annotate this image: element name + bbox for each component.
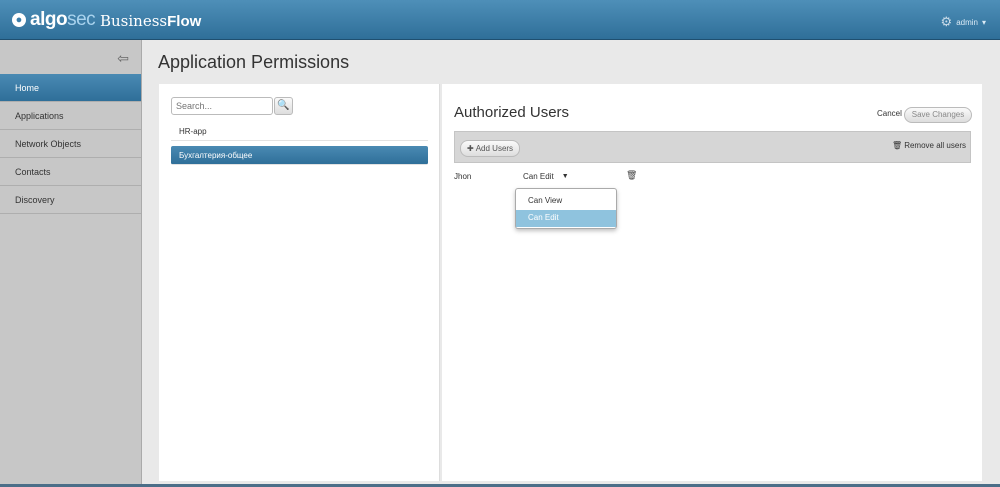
list-item-buhgalteriya[interactable]: Бухгалтерия-общее [171, 146, 428, 165]
sidebar-nav: Home Applications Network Objects Contac… [0, 74, 141, 214]
remove-all-label: Remove all users [904, 141, 966, 150]
trash-icon: 🗑 [892, 141, 903, 150]
product-name-light: Business [100, 12, 168, 30]
sidebar-item-discovery[interactable]: Discovery [0, 186, 141, 214]
users-toolbar: ✚ Add Users 🗑 Remove all users [454, 131, 971, 163]
save-changes-button[interactable]: Save Changes [904, 107, 972, 123]
sidebar-item-contacts[interactable]: Contacts [0, 158, 141, 186]
collapse-sidebar-icon[interactable]: ⇦ [117, 50, 129, 67]
user-name: admin [956, 17, 978, 27]
page-title: Application Permissions [158, 52, 350, 72]
sidebar-item-applications[interactable]: Applications [0, 102, 141, 130]
cancel-button[interactable]: Cancel [877, 109, 902, 118]
product-name-bold: Flow [167, 13, 202, 30]
permission-select[interactable]: Can Edit ▼ [523, 172, 569, 181]
product-name: BusinessFlow [100, 12, 201, 30]
logo-icon: ● [12, 13, 26, 27]
gear-icon: ⚙ [940, 14, 953, 29]
permission-dropdown: Can View Can Edit [515, 188, 617, 229]
chevron-down-icon: ▾ [981, 17, 986, 27]
top-bar: ● algosec BusinessFlow ⚙ admin ▾ [0, 0, 1000, 40]
algosec-logo[interactable]: ● algosec [12, 9, 96, 31]
logo-suffix: sec [67, 9, 96, 30]
sidebar: ⇦ Home Applications Network Objects Cont… [0, 40, 142, 487]
add-users-label: Add Users [475, 144, 514, 153]
applications-pane: 🔍 HR-app Бухгалтерия-общее [159, 84, 440, 481]
logo-prefix: algo [30, 9, 68, 30]
sidebar-item-home[interactable]: Home [0, 74, 141, 102]
user-menu[interactable]: ⚙ admin ▾ [941, 14, 986, 30]
user-row-name: Jhon [454, 172, 472, 181]
search-input[interactable] [171, 97, 273, 115]
sidebar-item-network-objects[interactable]: Network Objects [0, 130, 141, 158]
chevron-down-icon: ▼ [561, 173, 569, 180]
authorized-users-pane: Authorized Users Cancel Save Changes ✚ A… [442, 84, 982, 481]
search-icon[interactable]: 🔍 [274, 97, 293, 115]
permission-value: Can Edit [523, 172, 554, 181]
option-can-view[interactable]: Can View [516, 193, 616, 210]
remove-all-users-button[interactable]: 🗑 Remove all users [892, 141, 966, 150]
add-users-button[interactable]: ✚ Add Users [460, 140, 521, 157]
authorized-users-title: Authorized Users [454, 104, 570, 121]
list-item-hr-app[interactable]: HR-app [171, 122, 428, 141]
option-can-edit[interactable]: Can Edit [516, 210, 616, 227]
plus-icon: ✚ [467, 144, 474, 153]
delete-user-icon[interactable]: 🗑 [626, 170, 637, 181]
